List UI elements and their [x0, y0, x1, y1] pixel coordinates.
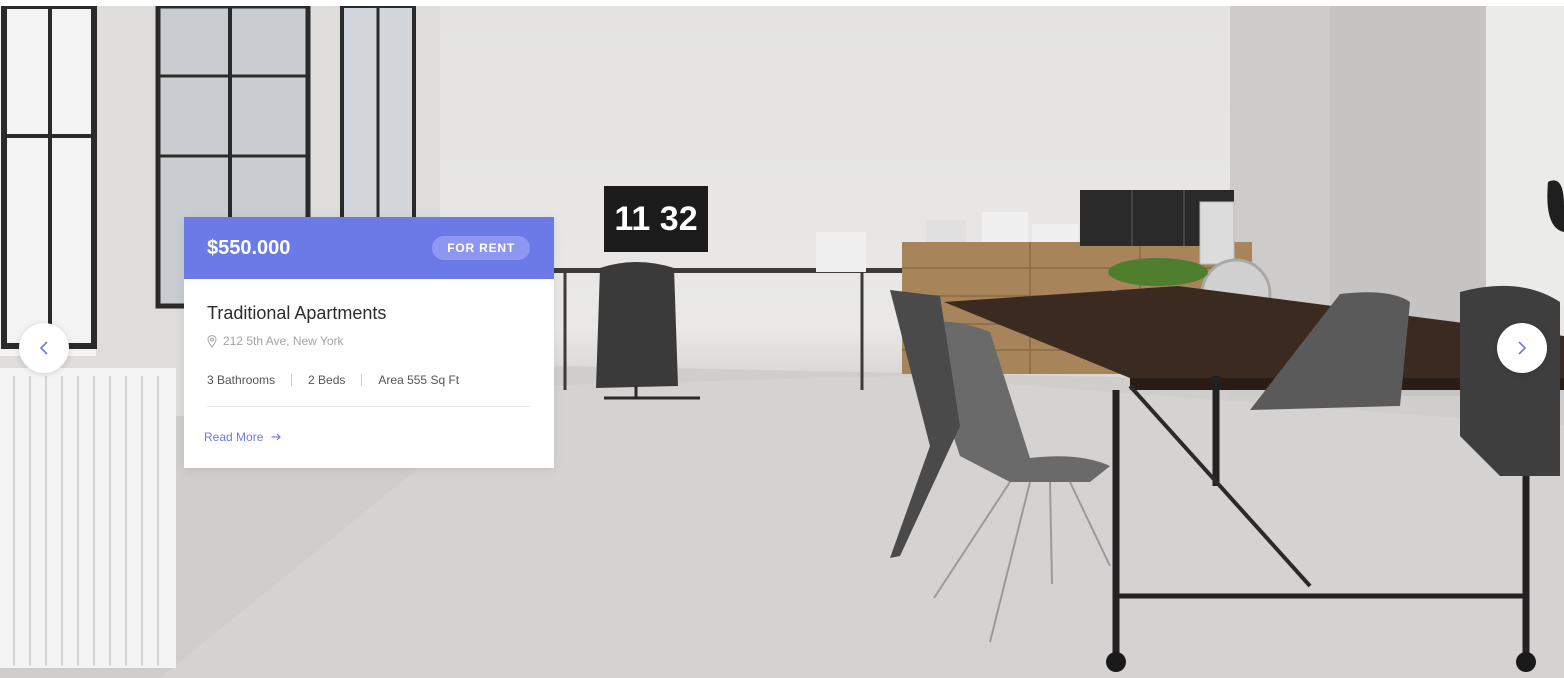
status-badge: FOR RENT	[432, 236, 530, 260]
feature-area: Area 555 Sq Ft	[378, 373, 460, 387]
property-title[interactable]: Traditional Apartments	[207, 303, 386, 324]
property-address: 212 5th Ave, New York	[207, 334, 344, 348]
feature-bathrooms: 3 Bathrooms	[207, 373, 276, 387]
slider-prev-button[interactable]	[19, 323, 69, 373]
map-pin-icon	[207, 334, 217, 348]
read-more-label: Read More	[204, 430, 264, 444]
property-price: $550.000	[207, 237, 291, 259]
arrow-right-icon	[271, 433, 282, 441]
property-address-text: 212 5th Ave, New York	[223, 334, 344, 348]
slider-next-button[interactable]	[1497, 323, 1547, 373]
chevron-left-icon	[39, 341, 48, 355]
feature-separator	[361, 374, 363, 386]
property-features: 3 Bathrooms 2 Beds Area 555 Sq Ft	[207, 373, 459, 387]
feature-separator	[291, 374, 293, 386]
feature-beds: 2 Beds	[308, 373, 346, 387]
card-divider	[207, 406, 530, 407]
property-card: $550.000 FOR RENT Traditional Apartments…	[184, 217, 554, 468]
property-card-header: $550.000 FOR RENT	[184, 217, 554, 279]
chevron-right-icon	[1518, 341, 1527, 355]
monitor-clock-text: 11 32	[614, 200, 697, 238]
read-more-link[interactable]: Read More	[204, 430, 282, 444]
